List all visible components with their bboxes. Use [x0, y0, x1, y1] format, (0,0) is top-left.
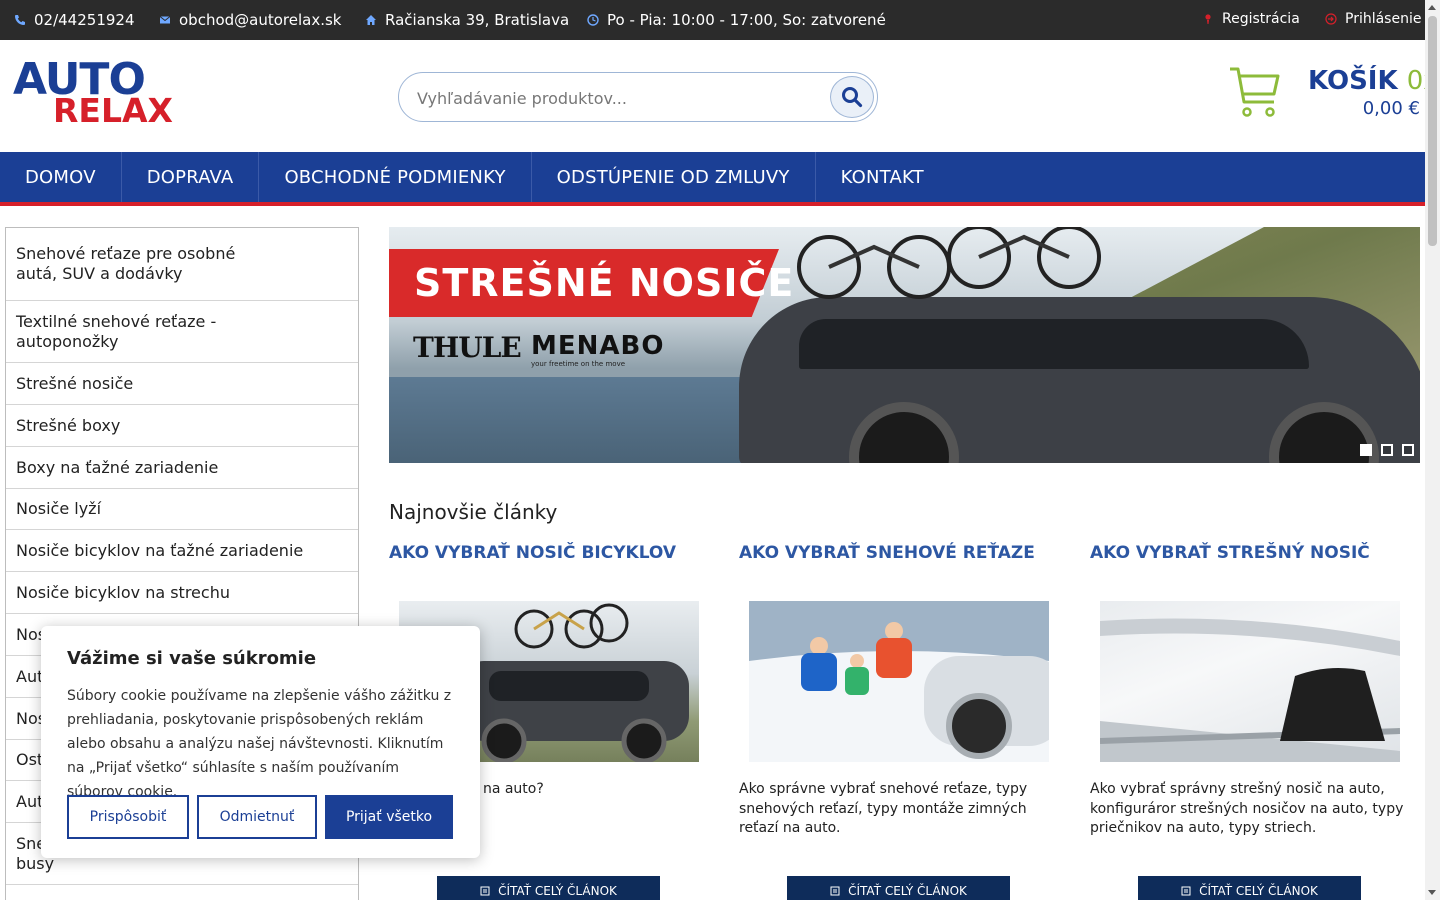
article-image[interactable]: [749, 601, 1049, 762]
search-icon: [842, 87, 863, 108]
scrollbar-thumb[interactable]: [1428, 16, 1437, 246]
read-article-button[interactable]: ČÍTAŤ CELÝ ČLÁNOK: [1138, 876, 1361, 900]
bikes-icon: [797, 227, 1101, 299]
article-card: AKO VYBRAŤ NOSIČ BICYKLOV osič bicyklov …: [389, 540, 719, 900]
page-scrollbar[interactable]: [1425, 0, 1440, 900]
article-description: Ako správne vybrať snehové reťaze, typy …: [739, 781, 1028, 836]
search-bar: [398, 72, 878, 122]
nav-item-doprava[interactable]: DOPRAVA: [122, 152, 260, 202]
article-description: Ako vybrať správny strešný nosič na auto…: [1090, 781, 1404, 836]
register-label: Registrácia: [1222, 11, 1300, 27]
search-input[interactable]: [417, 83, 817, 113]
category-item[interactable]: Snehové reťaze pre osobné autá, SUV a do…: [6, 228, 358, 301]
mail-icon: [159, 16, 171, 24]
clock-icon: [587, 14, 599, 26]
cookie-reject-button[interactable]: Odmietnuť: [197, 795, 317, 839]
cookie-accept-button[interactable]: Prijať všetko: [325, 795, 453, 839]
address-text: Račianska 39, Bratislava: [385, 11, 570, 29]
read-article-label: ČÍTAŤ CELÝ ČLÁNOK: [848, 884, 967, 898]
search-button[interactable]: [830, 76, 874, 118]
cookie-title: Vážime si vaše súkromie: [67, 648, 317, 669]
document-icon: [830, 886, 840, 896]
slider-car-window: [799, 319, 1309, 369]
main-nav: DOMOV DOPRAVA OBCHODNÉ PODMIENKY ODSTÚPE…: [0, 152, 1425, 206]
nav-item-obchodne-podmienky[interactable]: OBCHODNÉ PODMIENKY: [259, 152, 532, 202]
nav-item-kontakt[interactable]: KONTAKT: [816, 152, 949, 202]
cookie-consent-dialog: Vážime si vaše súkromie Súbory cookie po…: [41, 626, 480, 858]
home-icon: [366, 15, 376, 25]
topbar: 02/44251924 obchod@autorelax.sk Račiansk…: [0, 0, 1440, 40]
read-article-label: ČÍTAŤ CELÝ ČLÁNOK: [1199, 884, 1318, 898]
scroll-up-arrow[interactable]: [1428, 5, 1436, 10]
hours-text: Po - Pia: 10:00 - 17:00, So: zatvorené: [607, 11, 886, 29]
phone-number: 02/44251924: [34, 11, 135, 29]
thule-logo: THULE: [413, 331, 522, 364]
topbar-phone[interactable]: 02/44251924: [14, 11, 135, 29]
cookie-text: Súbory cookie používame na zlepšenie váš…: [67, 688, 452, 800]
menabo-logo: MENABO: [531, 331, 665, 361]
cart-total: 0,00 €: [1362, 98, 1420, 119]
article-title[interactable]: AKO VYBRAŤ STREŠNÝ NOSIČ: [1090, 540, 1420, 566]
article-card: AKO VYBRAŤ STREŠNÝ NOSIČ Ako vybrať sprá…: [1090, 540, 1420, 900]
login-link[interactable]: Prihlásenie: [1325, 11, 1421, 27]
scroll-down-arrow[interactable]: [1428, 890, 1436, 895]
article-title[interactable]: AKO VYBRAŤ SNEHOVÉ REŤAZE: [739, 540, 1069, 566]
menabo-tagline: your freetime on the move: [531, 360, 626, 368]
slider-dot[interactable]: [1360, 444, 1372, 456]
slider-dot[interactable]: [1402, 444, 1414, 456]
category-item[interactable]: Nosiče bicyklov na ťažné zariadenie: [6, 530, 358, 572]
category-item[interactable]: Strešné boxy: [6, 405, 358, 447]
slider-headline: STREŠNÉ NOSIČE: [414, 261, 795, 305]
article-image[interactable]: [1100, 601, 1400, 762]
register-link[interactable]: Registrácia: [1202, 11, 1300, 27]
topbar-hours: Po - Pia: 10:00 - 17:00, So: zatvorené: [587, 11, 886, 29]
login-icon: [1325, 13, 1337, 25]
document-icon: [480, 886, 490, 896]
article-title[interactable]: AKO VYBRAŤ NOSIČ BICYKLOV: [389, 540, 719, 566]
category-item[interactable]: Boxy na ťažné zariadenie: [6, 447, 358, 489]
read-article-button[interactable]: ČÍTAŤ CELÝ ČLÁNOK: [787, 876, 1010, 900]
cookie-customize-button[interactable]: Prispôsobiť: [67, 795, 189, 839]
category-item[interactable]: Nosiče lyží: [6, 489, 358, 530]
site-logo[interactable]: AUTO RELAX: [13, 58, 173, 130]
logo-relax: RELAX: [53, 91, 173, 130]
login-label: Prihlásenie: [1345, 11, 1422, 27]
topbar-email[interactable]: obchod@autorelax.sk: [159, 11, 341, 29]
read-article-button[interactable]: ČÍTAŤ CELÝ ČLÁNOK: [437, 876, 660, 900]
slider-dots: [1360, 444, 1414, 456]
category-item[interactable]: Nosiče bicyklov na strechu: [6, 572, 358, 614]
hero-slider[interactable]: STREŠNÉ NOSIČE THULE MENABO your freetim…: [389, 227, 1420, 463]
articles-heading: Najnovšie články: [389, 500, 558, 524]
cart-icon[interactable]: [1228, 66, 1280, 120]
article-card: AKO VYBRAŤ SNEHOVÉ REŤAZE Ako správne vy…: [739, 540, 1069, 900]
category-item[interactable]: Strešné nosiče: [6, 363, 358, 405]
nav-item-domov[interactable]: DOMOV: [0, 152, 122, 202]
read-article-label: ČÍTAŤ CELÝ ČLÁNOK: [498, 884, 617, 898]
cart-label: KOŠÍK: [1308, 66, 1398, 96]
nav-item-odstupenie[interactable]: ODSTÚPENIE OD ZMLUVY: [532, 152, 816, 202]
slider-dot[interactable]: [1381, 444, 1393, 456]
category-item[interactable]: Textilné snehové reťaze - autoponožky: [6, 301, 358, 363]
topbar-address: Račianska 39, Bratislava: [365, 11, 569, 29]
email-address: obchod@autorelax.sk: [179, 11, 342, 29]
phone-icon: [15, 15, 25, 25]
user-icon: [1205, 14, 1211, 24]
cart-title[interactable]: KOŠÍK 0x: [1308, 66, 1439, 96]
document-icon: [1181, 886, 1191, 896]
